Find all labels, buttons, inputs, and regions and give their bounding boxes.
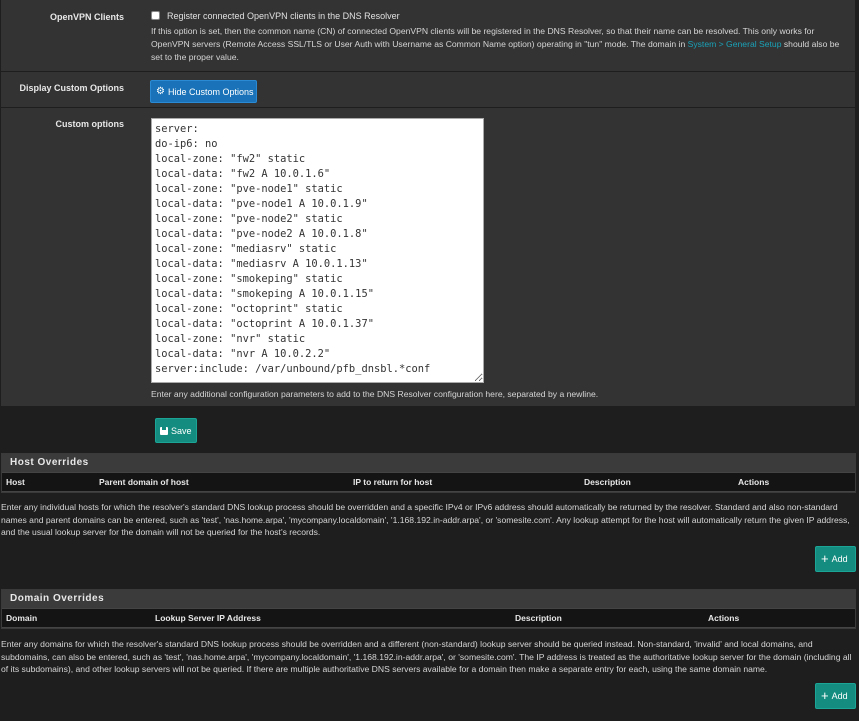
- col-description: Description: [584, 477, 631, 487]
- display-custom-options-row: Display Custom Options ⚙ Hide Custom Opt…: [1, 72, 855, 108]
- save-button[interactable]: Save: [155, 418, 197, 443]
- col-parent-domain: Parent domain of host: [99, 477, 189, 487]
- host-overrides-add-button[interactable]: + Add: [815, 546, 856, 572]
- col-actions: Actions: [708, 613, 740, 623]
- floppy-disk-icon: [160, 426, 168, 435]
- col-description: Description: [515, 613, 562, 623]
- col-lookup-server: Lookup Server IP Address: [155, 613, 261, 623]
- domain-overrides-panel: Domain Overrides Domain Lookup Server IP…: [1, 589, 856, 629]
- gear-icon: ⚙: [156, 86, 165, 97]
- host-overrides-title: Host Overrides: [2, 454, 855, 472]
- openvpn-clients-row: OpenVPN Clients Register connected OpenV…: [1, 0, 855, 72]
- domain-overrides-add-button[interactable]: + Add: [815, 683, 856, 709]
- openvpn-clients-label: OpenVPN Clients: [49, 12, 124, 22]
- hide-custom-options-button[interactable]: ⚙ Hide Custom Options: [150, 80, 257, 103]
- col-ip-return: IP to return for host: [353, 477, 433, 487]
- display-custom-options-label: Display Custom Options: [19, 83, 124, 93]
- col-actions: Actions: [738, 477, 770, 487]
- custom-options-row: Custom options server: do-ip6: no local-…: [1, 108, 855, 407]
- host-overrides-table-header: Host Parent domain of host IP to return …: [2, 472, 855, 492]
- register-openvpn-checkbox[interactable]: [151, 11, 160, 20]
- custom-options-textarea[interactable]: server: do-ip6: no local-zone: "fw2" sta…: [151, 118, 484, 383]
- plus-icon: +: [821, 551, 829, 566]
- general-setup-link[interactable]: System > General Setup: [688, 39, 782, 49]
- custom-options-label: Custom options: [55, 119, 125, 129]
- custom-options-help: Enter any additional configuration param…: [151, 389, 599, 399]
- col-domain: Domain: [6, 613, 38, 623]
- register-openvpn-checkbox-label: Register connected OpenVPN clients in th…: [167, 11, 400, 21]
- domain-overrides-table-header: Domain Lookup Server IP Address Descript…: [2, 608, 855, 628]
- domain-overrides-help: Enter any domains for which the resolver…: [1, 639, 852, 674]
- host-overrides-help: Enter any individual hosts for which the…: [1, 502, 850, 537]
- domain-overrides-title: Domain Overrides: [2, 590, 855, 608]
- col-host: Host: [6, 477, 25, 487]
- plus-icon: +: [821, 688, 829, 703]
- host-overrides-panel: Host Overrides Host Parent domain of hos…: [1, 453, 856, 493]
- openvpn-help-text: If this option is set, then the common n…: [151, 26, 840, 62]
